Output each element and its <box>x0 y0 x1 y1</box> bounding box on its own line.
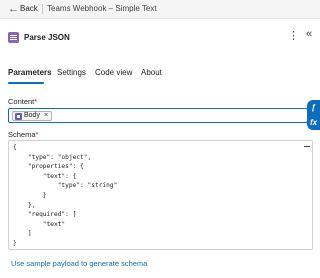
required-mark: * <box>34 97 38 106</box>
content-input[interactable]: Body × <box>8 108 308 123</box>
code-line: "text": { <box>13 172 77 180</box>
code-line: } <box>13 240 17 247</box>
code-line: "properties": { <box>13 163 84 171</box>
schema-label-text: Schema <box>8 130 36 139</box>
tab-bar: Parameters Settings Code view About <box>0 64 320 86</box>
code-line: }, <box>13 201 36 209</box>
action-header: Parse JSON ⋮ « <box>0 19 320 55</box>
expression-button[interactable]: fx <box>307 115 320 130</box>
content-label: Content* <box>8 97 37 106</box>
code-line: } <box>13 192 47 199</box>
code-line: { <box>13 144 17 151</box>
generate-schema-link[interactable]: Use sample payload to generate schema <box>11 259 147 268</box>
remove-token-icon[interactable]: × <box>44 112 48 120</box>
more-vertical-icon[interactable]: ⋮ <box>288 29 299 42</box>
token-label: Body <box>24 112 40 119</box>
code-line: "text" <box>13 220 66 228</box>
dynamic-content-button[interactable]: ƒ <box>307 100 320 115</box>
tab-about[interactable]: About <box>141 68 162 77</box>
action-title[interactable]: Parse JSON <box>24 33 70 42</box>
back-button[interactable]: Back <box>20 4 38 13</box>
required-mark: * <box>35 130 39 139</box>
schema-editor[interactable]: { "type": "object", "properties": { "tex… <box>8 140 313 250</box>
top-bar: ← Back Teams Webhook – Simple Text <box>0 0 320 19</box>
code-line: "type": "object", <box>13 153 92 161</box>
chevron-double-left-icon[interactable]: « <box>306 28 312 40</box>
code-line: "type": "string" <box>13 182 118 190</box>
flow-title: Teams Webhook – Simple Text <box>47 4 157 13</box>
tab-parameters[interactable]: Parameters <box>8 68 52 77</box>
dynamic-content-bar: ƒ fx <box>307 100 320 130</box>
schema-label: Schema* <box>8 130 38 139</box>
code-line: "required": [ <box>13 211 77 219</box>
active-tab-indicator <box>8 82 44 84</box>
scrollbar[interactable] <box>304 141 310 147</box>
parse-json-icon <box>8 32 19 43</box>
tab-code-view[interactable]: Code view <box>95 68 132 77</box>
content-label-text: Content <box>8 97 35 106</box>
body-token[interactable]: Body × <box>12 111 53 121</box>
tab-settings[interactable]: Settings <box>57 68 86 77</box>
teams-icon <box>15 112 22 120</box>
divider <box>42 4 43 14</box>
code-line: ] <box>13 230 32 238</box>
back-arrow-icon[interactable]: ← <box>8 2 19 16</box>
